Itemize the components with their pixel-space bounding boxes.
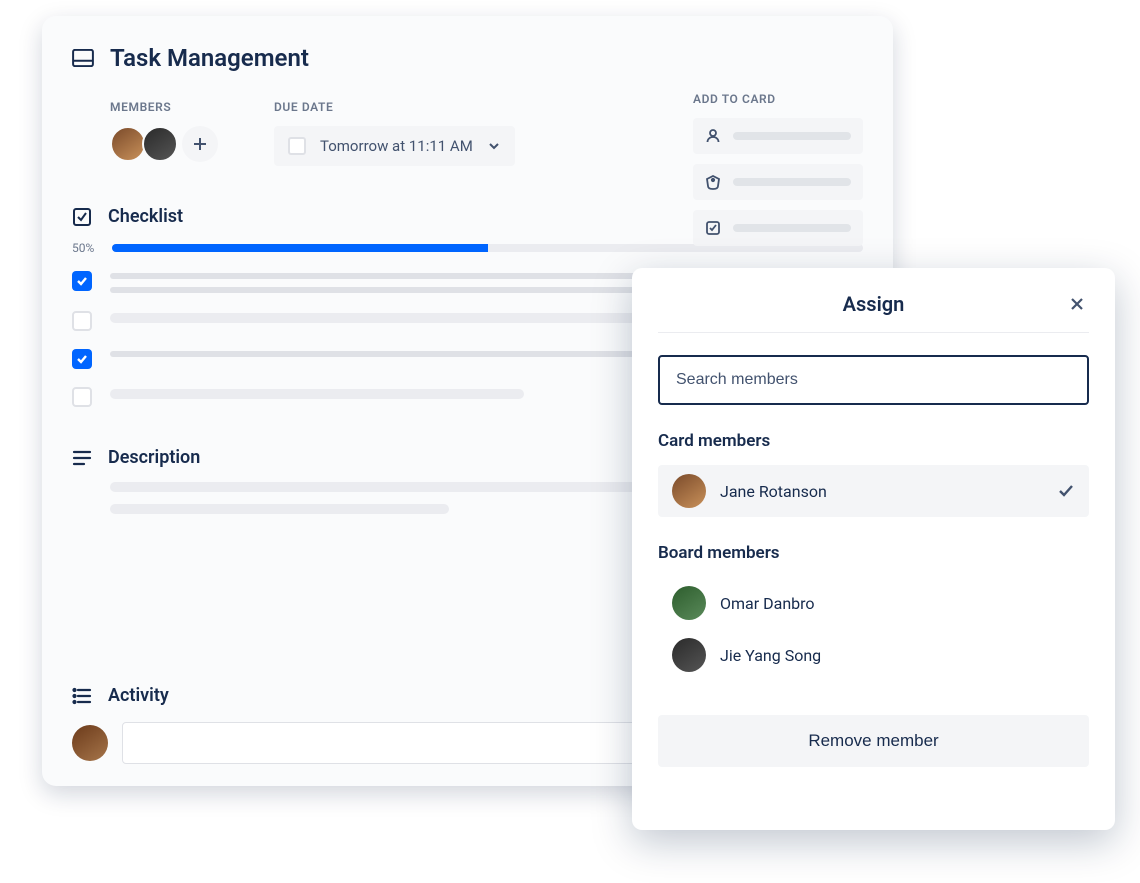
members-column: MEMBERS [110,100,218,166]
close-button[interactable] [1065,292,1089,316]
board-member-row[interactable]: Jie Yang Song [658,629,1089,681]
member-avatar[interactable] [110,126,146,162]
placeholder [110,389,524,399]
member-avatar [672,586,706,620]
members-label: MEMBERS [110,100,218,114]
due-date-label: DUE DATE [274,100,515,114]
add-to-card-checklist[interactable] [693,210,863,246]
placeholder [110,287,697,293]
member-name: Jane Rotanson [720,482,1043,501]
remove-member-button[interactable]: Remove member [658,715,1089,767]
due-date-column: DUE DATE Tomorrow at 11:11 AM [274,100,515,166]
member-avatar [672,638,706,672]
due-date-pill[interactable]: Tomorrow at 11:11 AM [274,126,515,166]
assign-popover: Assign Card members Jane Rotanson Board … [632,268,1115,830]
activity-title: Activity [108,685,169,706]
checklist-icon [705,220,721,236]
checkbox-unchecked-icon[interactable] [72,311,92,331]
card-members-label: Card members [658,431,1089,451]
activity-icon [72,687,92,705]
placeholder [733,132,851,140]
due-date-text: Tomorrow at 11:11 AM [320,137,473,155]
card-title: Task Management [110,44,309,72]
card-member-row[interactable]: Jane Rotanson [658,465,1089,517]
checkbox-checked-icon[interactable] [72,349,92,369]
add-member-button[interactable] [182,126,218,162]
checkbox-unchecked-icon[interactable] [72,387,92,407]
placeholder [733,178,851,186]
description-title: Description [108,447,200,468]
checklist-icon [72,207,92,227]
description-icon [72,450,92,466]
tag-icon [705,174,721,190]
person-icon [705,128,721,144]
check-icon [1057,482,1075,500]
member-avatar[interactable] [142,126,178,162]
card-icon [72,49,94,67]
checkbox-checked-icon[interactable] [72,271,92,291]
member-name: Omar Danbro [720,594,1075,613]
member-name: Jie Yang Song [720,646,1075,665]
search-members-input[interactable] [658,355,1089,405]
board-members-label: Board members [658,543,1089,563]
progress-fill [112,244,488,252]
assign-title: Assign [843,292,905,316]
card-title-row: Task Management [72,44,863,72]
add-to-card-labels[interactable] [693,164,863,200]
board-member-row[interactable]: Omar Danbro [658,577,1089,629]
placeholder [733,224,851,232]
placeholder [110,504,449,514]
member-avatars [110,126,218,162]
add-to-card-panel: ADD TO CARD [693,92,863,256]
placeholder [110,313,637,323]
assign-header: Assign [658,292,1089,333]
current-user-avatar[interactable] [72,725,108,761]
add-to-card-label: ADD TO CARD [693,92,863,106]
chevron-down-icon [487,139,501,153]
checklist-title: Checklist [108,206,183,227]
add-to-card-members[interactable] [693,118,863,154]
progress-percent: 50% [72,241,102,255]
due-checkbox[interactable] [288,137,306,155]
close-icon [1069,296,1085,312]
member-avatar [672,474,706,508]
